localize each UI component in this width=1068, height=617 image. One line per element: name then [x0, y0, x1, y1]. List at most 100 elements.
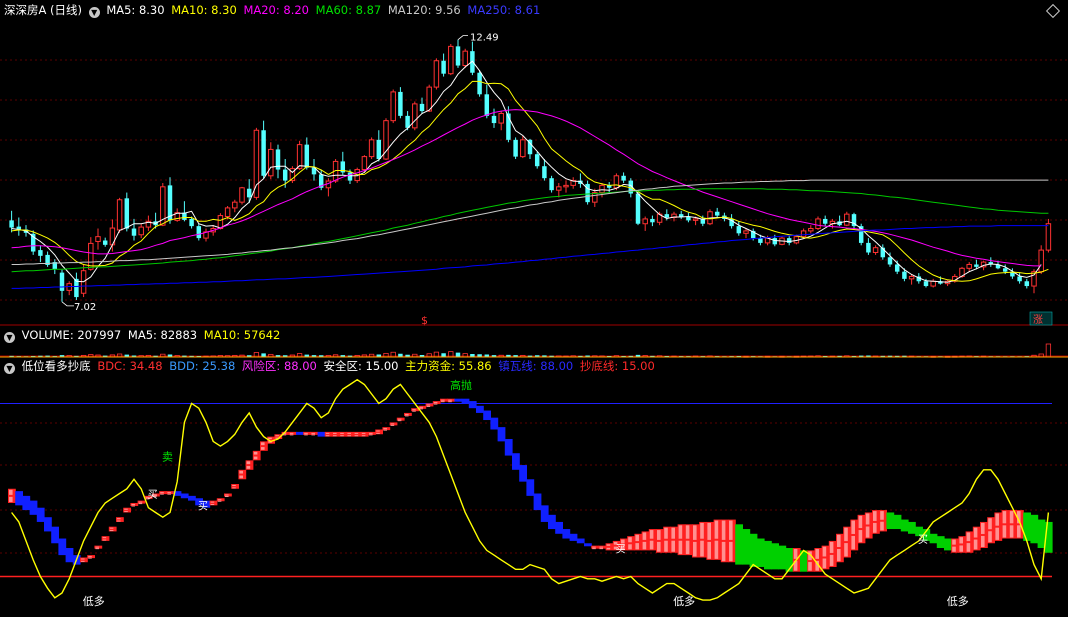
band-highlight	[844, 527, 848, 542]
band-highlight	[952, 539, 956, 545]
band-highlight	[721, 520, 726, 540]
bdc-bdd-band	[555, 521, 563, 534]
bdc-bdd-band	[893, 514, 902, 530]
band-highlight	[988, 531, 992, 543]
candle-body	[635, 193, 641, 224]
band-highlight	[880, 521, 884, 531]
bdc-bdd-band	[764, 540, 772, 570]
band-highlight	[693, 541, 697, 557]
candle-body	[441, 60, 446, 74]
signal-label: 买	[918, 534, 928, 546]
band-highlight	[851, 520, 855, 534]
band-highlight	[102, 537, 107, 539]
band-highlight	[160, 493, 164, 495]
indicator-expand-icon[interactable]: ▼	[4, 363, 15, 374]
band-highlight	[433, 403, 438, 405]
band-highlight	[239, 475, 243, 479]
band-highlight	[361, 435, 366, 437]
bdc-bdd-band	[468, 401, 477, 409]
band-highlight	[9, 489, 13, 495]
band-highlight	[225, 494, 229, 496]
candle-body	[224, 207, 231, 218]
band-highlight	[232, 487, 236, 489]
candle-body	[664, 214, 670, 218]
band-highlight	[124, 511, 128, 513]
band-highlight	[966, 532, 971, 542]
bdc-bdd-band	[36, 507, 45, 522]
band-highlight	[239, 470, 243, 474]
bdc-bdd-band	[497, 427, 506, 442]
band-highlight	[973, 539, 978, 550]
band-highlight	[131, 505, 135, 507]
band-highlight	[693, 525, 697, 540]
candle-body	[9, 220, 14, 228]
band-highlight	[225, 496, 229, 497]
candle-body	[448, 45, 454, 75]
candle-body	[736, 226, 742, 234]
band-highlight	[347, 432, 351, 434]
band-highlight	[441, 401, 445, 403]
indicator-series	[0, 378, 1053, 601]
band-highlight	[347, 435, 351, 437]
band-highlight	[995, 513, 999, 526]
band-highlight	[851, 535, 855, 550]
bdc-bdd-band	[944, 538, 952, 551]
band-highlight	[289, 432, 294, 434]
bdc-bdd-band	[548, 514, 556, 530]
bdc-bdd-band	[317, 431, 326, 437]
bdc-bdd-band	[1023, 512, 1031, 541]
band-highlight	[405, 415, 409, 417]
indicator-title[interactable]: 低位看多抄底	[22, 359, 91, 373]
band-highlight	[815, 549, 819, 559]
signal-label: 买	[198, 501, 208, 513]
candle-body	[368, 139, 375, 158]
candle-body	[477, 72, 482, 95]
legend-safe: 安全区: 15.00	[323, 359, 399, 373]
band-highlight	[376, 432, 380, 434]
band-highlight	[390, 423, 395, 425]
high-price-label: 12.49	[470, 33, 499, 44]
candle-body	[678, 214, 684, 217]
bdc-bdd-band	[1030, 514, 1039, 544]
candle-body	[923, 281, 929, 287]
ma20-line	[11, 109, 1042, 267]
band-highlight	[865, 526, 870, 538]
band-highlight	[333, 435, 337, 437]
grid-lines	[0, 59, 1068, 554]
band-highlight	[714, 520, 719, 539]
dollar-marker: $	[421, 314, 428, 327]
bdc-bdd-band	[886, 512, 895, 530]
volume-bar	[261, 353, 266, 357]
candle-body	[758, 238, 763, 243]
legend-volume: VOLUME: 207997	[21, 328, 122, 342]
volume-expand-icon[interactable]: ▼	[4, 332, 15, 343]
volume-bar	[441, 353, 446, 357]
candle-body	[196, 226, 202, 239]
band-highlight	[599, 548, 603, 550]
band-highlight	[124, 508, 128, 510]
band-highlight	[361, 432, 366, 434]
band-highlight	[1002, 525, 1007, 538]
stock-title[interactable]: 深深房A (日线)	[4, 3, 82, 17]
bdc-bdd-band	[476, 405, 484, 413]
legend-vol-ma10: MA10: 57642	[203, 328, 281, 342]
band-highlight	[397, 420, 402, 422]
candle-body	[246, 188, 252, 198]
band-highlight	[995, 527, 999, 540]
expand-icon[interactable]: ▼	[88, 7, 100, 18]
band-highlight	[289, 434, 294, 436]
bdc-bdd-band	[533, 493, 542, 511]
band-highlight	[354, 435, 359, 437]
band-highlight	[433, 402, 438, 404]
band-highlight	[397, 418, 402, 420]
candle-body	[455, 46, 461, 66]
candle-body	[1017, 276, 1022, 282]
band-highlight	[844, 543, 848, 557]
band-highlight	[642, 532, 647, 540]
bdc-bdd-band	[1037, 519, 1046, 549]
candle-body	[1024, 281, 1030, 287]
candle-body	[974, 264, 979, 267]
band-highlight	[678, 540, 683, 555]
legend-ma120: MA120: 9.56	[387, 3, 461, 17]
bdc-bdd-band	[188, 495, 196, 501]
